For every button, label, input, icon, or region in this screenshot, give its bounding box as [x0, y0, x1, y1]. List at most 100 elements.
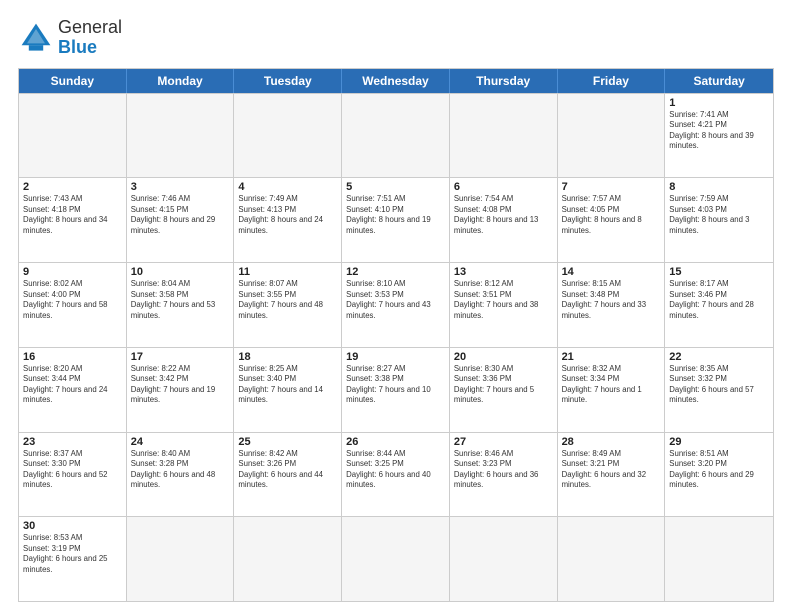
calendar-day-14: 14Sunrise: 8:15 AM Sunset: 3:48 PM Dayli…: [558, 263, 666, 347]
cell-info: Sunrise: 8:37 AM Sunset: 3:30 PM Dayligh…: [23, 449, 122, 491]
calendar-week-5: 30Sunrise: 8:53 AM Sunset: 3:19 PM Dayli…: [19, 516, 773, 601]
cell-date-number: 30: [23, 520, 122, 532]
logo-icon: [18, 20, 54, 56]
calendar-header: SundayMondayTuesdayWednesdayThursdayFrid…: [19, 69, 773, 93]
calendar-day-17: 17Sunrise: 8:22 AM Sunset: 3:42 PM Dayli…: [127, 348, 235, 432]
calendar-week-4: 23Sunrise: 8:37 AM Sunset: 3:30 PM Dayli…: [19, 432, 773, 517]
cell-date-number: 24: [131, 436, 230, 448]
cell-date-number: 16: [23, 351, 122, 363]
calendar-week-0: 1Sunrise: 7:41 AM Sunset: 4:21 PM Daylig…: [19, 93, 773, 178]
cell-date-number: 20: [454, 351, 553, 363]
calendar-empty-5-5: [558, 517, 666, 601]
cell-date-number: 25: [238, 436, 337, 448]
calendar-week-2: 9Sunrise: 8:02 AM Sunset: 4:00 PM Daylig…: [19, 262, 773, 347]
calendar-empty-5-3: [342, 517, 450, 601]
cell-info: Sunrise: 8:40 AM Sunset: 3:28 PM Dayligh…: [131, 449, 230, 491]
cell-info: Sunrise: 8:20 AM Sunset: 3:44 PM Dayligh…: [23, 364, 122, 406]
calendar-empty-5-4: [450, 517, 558, 601]
cell-date-number: 23: [23, 436, 122, 448]
cell-info: Sunrise: 8:07 AM Sunset: 3:55 PM Dayligh…: [238, 279, 337, 321]
calendar-day-12: 12Sunrise: 8:10 AM Sunset: 3:53 PM Dayli…: [342, 263, 450, 347]
calendar-day-18: 18Sunrise: 8:25 AM Sunset: 3:40 PM Dayli…: [234, 348, 342, 432]
cell-info: Sunrise: 8:15 AM Sunset: 3:48 PM Dayligh…: [562, 279, 661, 321]
calendar-day-15: 15Sunrise: 8:17 AM Sunset: 3:46 PM Dayli…: [665, 263, 773, 347]
logo: GeneralBlue: [18, 18, 122, 58]
cell-date-number: 5: [346, 181, 445, 193]
cell-info: Sunrise: 8:46 AM Sunset: 3:23 PM Dayligh…: [454, 449, 553, 491]
calendar-day-19: 19Sunrise: 8:27 AM Sunset: 3:38 PM Dayli…: [342, 348, 450, 432]
cell-info: Sunrise: 8:35 AM Sunset: 3:32 PM Dayligh…: [669, 364, 769, 406]
calendar-day-28: 28Sunrise: 8:49 AM Sunset: 3:21 PM Dayli…: [558, 433, 666, 517]
calendar-day-6: 6Sunrise: 7:54 AM Sunset: 4:08 PM Daylig…: [450, 178, 558, 262]
cell-date-number: 26: [346, 436, 445, 448]
cell-date-number: 6: [454, 181, 553, 193]
calendar-day-24: 24Sunrise: 8:40 AM Sunset: 3:28 PM Dayli…: [127, 433, 235, 517]
cell-date-number: 9: [23, 266, 122, 278]
cell-info: Sunrise: 8:49 AM Sunset: 3:21 PM Dayligh…: [562, 449, 661, 491]
page: GeneralBlue SundayMondayTuesdayWednesday…: [0, 0, 792, 612]
cell-date-number: 8: [669, 181, 769, 193]
calendar-day-29: 29Sunrise: 8:51 AM Sunset: 3:20 PM Dayli…: [665, 433, 773, 517]
cell-info: Sunrise: 8:32 AM Sunset: 3:34 PM Dayligh…: [562, 364, 661, 406]
day-header-monday: Monday: [127, 69, 235, 93]
calendar-day-26: 26Sunrise: 8:44 AM Sunset: 3:25 PM Dayli…: [342, 433, 450, 517]
day-header-wednesday: Wednesday: [342, 69, 450, 93]
cell-date-number: 13: [454, 266, 553, 278]
calendar-empty-5-1: [127, 517, 235, 601]
calendar-day-10: 10Sunrise: 8:04 AM Sunset: 3:58 PM Dayli…: [127, 263, 235, 347]
cell-date-number: 3: [131, 181, 230, 193]
logo-blue: Blue: [58, 37, 97, 57]
calendar-day-9: 9Sunrise: 8:02 AM Sunset: 4:00 PM Daylig…: [19, 263, 127, 347]
calendar-day-1: 1Sunrise: 7:41 AM Sunset: 4:21 PM Daylig…: [665, 94, 773, 178]
calendar-day-23: 23Sunrise: 8:37 AM Sunset: 3:30 PM Dayli…: [19, 433, 127, 517]
cell-info: Sunrise: 8:02 AM Sunset: 4:00 PM Dayligh…: [23, 279, 122, 321]
calendar-day-27: 27Sunrise: 8:46 AM Sunset: 3:23 PM Dayli…: [450, 433, 558, 517]
cell-info: Sunrise: 8:22 AM Sunset: 3:42 PM Dayligh…: [131, 364, 230, 406]
cell-info: Sunrise: 7:41 AM Sunset: 4:21 PM Dayligh…: [669, 110, 769, 152]
cell-info: Sunrise: 8:17 AM Sunset: 3:46 PM Dayligh…: [669, 279, 769, 321]
day-header-saturday: Saturday: [665, 69, 773, 93]
cell-date-number: 12: [346, 266, 445, 278]
calendar-day-4: 4Sunrise: 7:49 AM Sunset: 4:13 PM Daylig…: [234, 178, 342, 262]
calendar-day-5: 5Sunrise: 7:51 AM Sunset: 4:10 PM Daylig…: [342, 178, 450, 262]
cell-date-number: 7: [562, 181, 661, 193]
cell-date-number: 19: [346, 351, 445, 363]
cell-info: Sunrise: 7:51 AM Sunset: 4:10 PM Dayligh…: [346, 194, 445, 236]
cell-info: Sunrise: 7:54 AM Sunset: 4:08 PM Dayligh…: [454, 194, 553, 236]
cell-date-number: 11: [238, 266, 337, 278]
cell-date-number: 29: [669, 436, 769, 448]
cell-date-number: 18: [238, 351, 337, 363]
calendar-empty-0-4: [450, 94, 558, 178]
cell-date-number: 4: [238, 181, 337, 193]
cell-info: Sunrise: 8:10 AM Sunset: 3:53 PM Dayligh…: [346, 279, 445, 321]
cell-date-number: 15: [669, 266, 769, 278]
cell-info: Sunrise: 8:12 AM Sunset: 3:51 PM Dayligh…: [454, 279, 553, 321]
logo-text: GeneralBlue: [58, 18, 122, 58]
calendar-empty-0-0: [19, 94, 127, 178]
calendar-body: 1Sunrise: 7:41 AM Sunset: 4:21 PM Daylig…: [19, 93, 773, 601]
calendar-day-8: 8Sunrise: 7:59 AM Sunset: 4:03 PM Daylig…: [665, 178, 773, 262]
calendar-week-3: 16Sunrise: 8:20 AM Sunset: 3:44 PM Dayli…: [19, 347, 773, 432]
cell-info: Sunrise: 8:51 AM Sunset: 3:20 PM Dayligh…: [669, 449, 769, 491]
cell-date-number: 27: [454, 436, 553, 448]
calendar-day-21: 21Sunrise: 8:32 AM Sunset: 3:34 PM Dayli…: [558, 348, 666, 432]
cell-info: Sunrise: 8:04 AM Sunset: 3:58 PM Dayligh…: [131, 279, 230, 321]
calendar-day-3: 3Sunrise: 7:46 AM Sunset: 4:15 PM Daylig…: [127, 178, 235, 262]
day-header-friday: Friday: [558, 69, 666, 93]
cell-info: Sunrise: 8:44 AM Sunset: 3:25 PM Dayligh…: [346, 449, 445, 491]
cell-date-number: 28: [562, 436, 661, 448]
cell-info: Sunrise: 7:49 AM Sunset: 4:13 PM Dayligh…: [238, 194, 337, 236]
calendar-day-11: 11Sunrise: 8:07 AM Sunset: 3:55 PM Dayli…: [234, 263, 342, 347]
calendar-empty-0-2: [234, 94, 342, 178]
header: GeneralBlue: [18, 18, 774, 58]
calendar-day-13: 13Sunrise: 8:12 AM Sunset: 3:51 PM Dayli…: [450, 263, 558, 347]
day-header-sunday: Sunday: [19, 69, 127, 93]
calendar-day-16: 16Sunrise: 8:20 AM Sunset: 3:44 PM Dayli…: [19, 348, 127, 432]
cell-info: Sunrise: 8:53 AM Sunset: 3:19 PM Dayligh…: [23, 533, 122, 575]
day-header-tuesday: Tuesday: [234, 69, 342, 93]
calendar-empty-5-6: [665, 517, 773, 601]
cell-info: Sunrise: 8:42 AM Sunset: 3:26 PM Dayligh…: [238, 449, 337, 491]
calendar-empty-0-1: [127, 94, 235, 178]
cell-info: Sunrise: 7:59 AM Sunset: 4:03 PM Dayligh…: [669, 194, 769, 236]
calendar-empty-0-3: [342, 94, 450, 178]
